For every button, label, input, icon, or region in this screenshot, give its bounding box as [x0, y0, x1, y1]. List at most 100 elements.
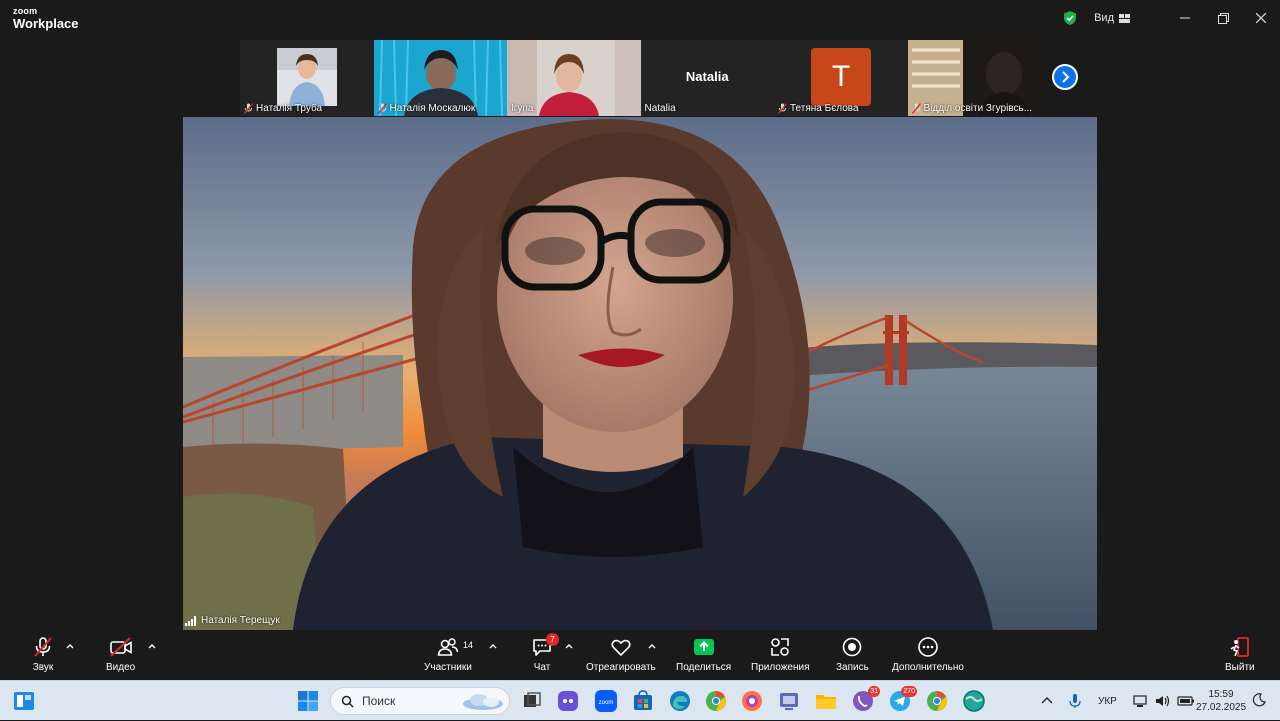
participant-name: Natalia [644, 103, 676, 114]
globe-app-icon[interactable] [962, 689, 986, 713]
show-hidden-icons-chevron-up-icon[interactable] [1040, 694, 1054, 708]
audio-label: Звук [32, 662, 54, 673]
participant-tile[interactable]: Відділ освіти Згурівсь... [907, 40, 1041, 116]
participant-name: Ігупа [511, 103, 534, 114]
more-dots-icon [918, 637, 938, 657]
mic-muted-icon [911, 103, 921, 114]
participants-label: Участники [424, 662, 472, 673]
mic-muted-icon [244, 103, 253, 114]
clock-time: 15:59 [1208, 689, 1234, 700]
participants-icon [437, 638, 459, 656]
search-placeholder: Поиск [362, 694, 396, 708]
logo-zoom-text: zoom [13, 6, 38, 16]
system-tray: УКР [1040, 681, 1195, 721]
chrome-profile-button[interactable] [704, 689, 728, 718]
close-icon [1256, 13, 1266, 23]
store-icon[interactable] [631, 689, 655, 713]
chrome-icon [706, 691, 726, 711]
photos-icon[interactable] [740, 689, 764, 713]
encryption-shield-icon[interactable] [1062, 10, 1078, 26]
signal-strength-icon [185, 615, 196, 626]
minimize-button[interactable] [1166, 0, 1204, 36]
mic-muted-icon [778, 103, 787, 114]
focus-assist-moon-icon[interactable] [1252, 693, 1266, 707]
participant-tile[interactable]: Наталія Труба [240, 40, 374, 116]
view-button[interactable]: Вид [1094, 12, 1130, 24]
leave-door-icon [1230, 637, 1249, 657]
clock-date: 27.02.2025 [1196, 702, 1247, 713]
participant-tile[interactable]: Natalia Natalia [640, 40, 774, 116]
taskbar-clock[interactable]: 15:59 27.02.2025 [1196, 688, 1246, 714]
participant-tile[interactable]: T Тетяна Бєлова [774, 40, 908, 116]
apps-button[interactable]: Приложения [751, 636, 810, 673]
participant-label: Наталія Труба [244, 103, 322, 114]
chat-button[interactable]: 7 Чат [531, 633, 559, 673]
participant-name: Наталія Москалюк [389, 103, 476, 114]
windows-taskbar: Поиск zoom 31 270 УКР 15:59 27.02.2025 [0, 680, 1280, 720]
record-label: Запись [836, 662, 869, 673]
restore-icon [1217, 12, 1229, 24]
next-page-button[interactable] [1052, 64, 1078, 90]
mic-muted-icon [34, 637, 52, 657]
copilot-icon[interactable] [556, 689, 580, 713]
more-button[interactable]: Дополнительно [892, 636, 964, 673]
participant-video [277, 48, 337, 106]
video-options-chevron-up-icon[interactable] [147, 642, 157, 650]
leave-label: Выйти [1225, 662, 1255, 673]
speaker-video-frame [183, 117, 1097, 630]
share-button[interactable]: Поделиться [676, 636, 731, 673]
leave-button[interactable]: Выйти [1225, 636, 1255, 673]
speaker-name: Наталія Терещук [201, 615, 280, 626]
audio-options-chevron-up-icon[interactable] [65, 642, 75, 650]
video-label: Видео [106, 662, 136, 673]
task-view-icon[interactable] [520, 689, 544, 713]
microphone-tray-icon[interactable] [1068, 693, 1082, 709]
chat-unread-badge: 7 [546, 633, 559, 646]
volume-icon[interactable] [1155, 694, 1171, 708]
participant-label: Відділ освіти Згурівсь... [911, 103, 1032, 114]
input-language-indicator[interactable]: УКР [1098, 696, 1117, 707]
chevron-right-icon [1062, 71, 1070, 83]
participant-label: Ігупа [511, 103, 533, 114]
chat-label: Чат [533, 662, 551, 673]
audio-button[interactable]: Звук [32, 636, 54, 673]
participant-label: Natalia [645, 103, 676, 114]
react-options-chevron-up-icon[interactable] [647, 642, 657, 650]
file-explorer-icon[interactable] [814, 689, 838, 713]
restore-button[interactable] [1204, 0, 1242, 36]
zoom-app-icon[interactable]: zoom [594, 689, 618, 713]
network-icon[interactable] [1133, 694, 1149, 708]
participant-center-name: Natalia [685, 69, 729, 84]
participant-tile[interactable]: Наталія Москалюк [373, 40, 507, 116]
logo-workplace-text: Workplace [13, 16, 79, 31]
participant-name: Тетяна Бєлова [790, 103, 859, 114]
react-button[interactable]: Отреагировать [586, 636, 656, 673]
participant-tile[interactable]: Ігупа [507, 40, 641, 116]
battery-icon[interactable] [1177, 694, 1195, 708]
video-button[interactable]: Видео [106, 636, 135, 673]
grid-view-icon [1119, 13, 1130, 23]
active-speaker-video [183, 117, 1097, 630]
record-button[interactable]: Запись [836, 636, 869, 673]
taskbar-search[interactable]: Поиск [330, 687, 510, 715]
view-label: Вид [1094, 12, 1114, 24]
windows-start-icon[interactable] [296, 689, 320, 713]
viber-button[interactable]: 31 [851, 686, 880, 718]
apps-icon [771, 638, 790, 656]
close-button[interactable] [1242, 0, 1280, 36]
widgets-icon[interactable] [12, 689, 36, 713]
telegram-button[interactable]: 270 [888, 686, 917, 718]
more-label: Дополнительно [892, 662, 964, 673]
search-icon [341, 695, 354, 708]
settings-app-icon[interactable] [777, 689, 801, 713]
participants-options-chevron-up-icon[interactable] [488, 642, 498, 650]
participant-name: Наталія Труба [256, 103, 323, 114]
participant-label: Тетяна Бєлова [778, 103, 859, 114]
camera-off-icon [109, 637, 132, 657]
mic-muted-icon [377, 103, 387, 114]
chrome-secondary-icon[interactable] [925, 689, 949, 713]
chat-options-chevron-up-icon[interactable] [564, 642, 574, 650]
title-bar: zoom Workplace Вид [0, 0, 1280, 38]
edge-icon[interactable] [668, 689, 692, 713]
participant-label: Наталія Москалюк [377, 103, 476, 114]
